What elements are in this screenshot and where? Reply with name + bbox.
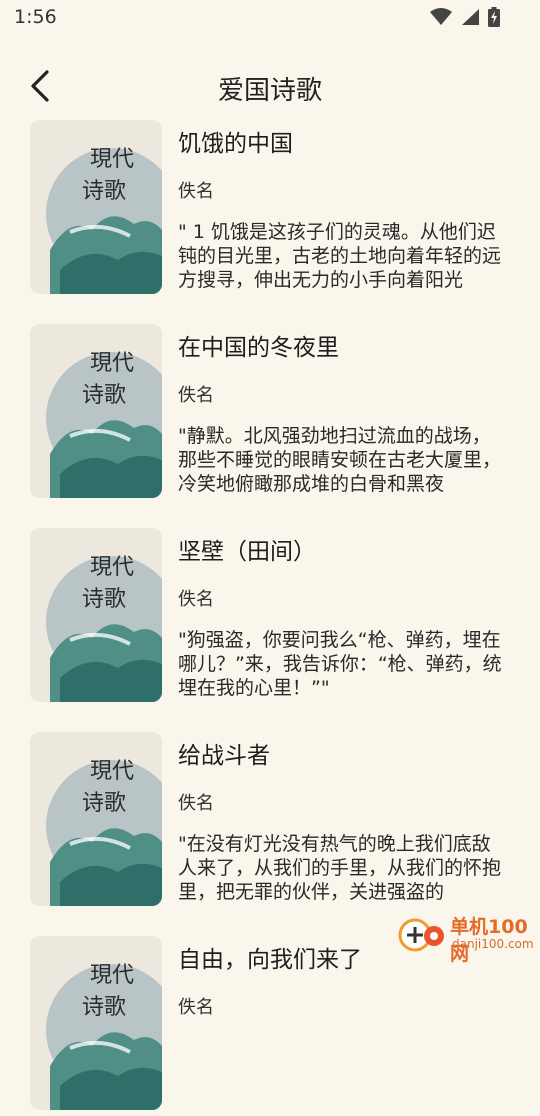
watermark-logo-icon [398, 914, 446, 956]
poem-cover-image: 現代 诗歌 [30, 732, 162, 906]
status-icons [430, 7, 500, 31]
svg-text:诗歌: 诗歌 [82, 791, 126, 816]
status-bar: 1:56 [0, 0, 540, 36]
poem-cover-image: 現代 诗歌 [30, 528, 162, 702]
poem-cover-image: 現代 诗歌 [30, 120, 162, 294]
wifi-icon [430, 8, 452, 30]
poem-cover-image: 現代 诗歌 [30, 936, 162, 1110]
page-title: 爱国诗歌 [217, 76, 322, 106]
poem-author: 佚名 [178, 793, 214, 814]
watermark-url: danji100.com [452, 937, 534, 951]
svg-text:诗歌: 诗歌 [82, 179, 126, 204]
top-app-bar: 爱国诗歌 [0, 60, 540, 116]
poem-title: 给战斗者 [178, 743, 270, 769]
poem-excerpt: "狗强盗，你要问我么“枪、弹药，埋在哪儿？”来，我告诉你：“枪、弹药，统埋在我的… [178, 629, 502, 699]
poem-list-item[interactable]: 現代 诗歌 在中国的冬夜里 佚名 "静默。北风强劲地扫过流血的战场，那些不睡觉的… [0, 324, 540, 504]
poem-excerpt: "在没有灯光没有热气的晚上我们底敌人来了，从我们的手里，从我们的怀抱里，把无罪的… [178, 833, 502, 903]
svg-text:現代: 現代 [90, 147, 134, 172]
svg-text:诗歌: 诗歌 [82, 587, 126, 612]
poem-excerpt: " 1 饥饿是这孩子们的灵魂。从他们迟钝的目光里，古老的土地向着年轻的远方搜寻，… [178, 221, 502, 291]
poem-title: 自由，向我们来了 [178, 947, 362, 973]
poem-author: 佚名 [178, 997, 214, 1018]
svg-text:現代: 現代 [90, 351, 134, 376]
poem-cover-image: 現代 诗歌 [30, 324, 162, 498]
site-watermark: 单机100网 danji100.com [390, 910, 540, 965]
svg-text:現代: 現代 [90, 759, 134, 784]
poem-title: 饥饿的中国 [178, 131, 293, 157]
poem-list-item[interactable]: 現代 诗歌 饥饿的中国 佚名 " 1 饥饿是这孩子们的灵魂。从他们迟钝的目光里，… [0, 120, 540, 300]
poem-author: 佚名 [178, 589, 214, 610]
svg-text:诗歌: 诗歌 [82, 995, 126, 1020]
battery-charging-icon [488, 7, 500, 31]
poem-title: 在中国的冬夜里 [178, 335, 339, 361]
poem-list-item[interactable]: 現代 诗歌 坚壁（田间） 佚名 "狗强盗，你要问我么“枪、弹药，埋在哪儿？”来，… [0, 528, 540, 708]
poem-author: 佚名 [178, 181, 214, 202]
svg-text:诗歌: 诗歌 [82, 383, 126, 408]
status-time: 1:56 [14, 6, 57, 28]
svg-text:現代: 現代 [90, 555, 134, 580]
signal-icon [460, 8, 480, 30]
poem-title: 坚壁（田间） [178, 539, 316, 565]
svg-text:現代: 現代 [90, 963, 134, 988]
poem-author: 佚名 [178, 385, 214, 406]
poem-excerpt: "静默。北风强劲地扫过流血的战场，那些不睡觉的眼睛安顿在古老大厦里，冷笑地俯瞰那… [178, 425, 502, 495]
poem-list-item[interactable]: 現代 诗歌 给战斗者 佚名 "在没有灯光没有热气的晚上我们底敌人来了，从我们的手… [0, 732, 540, 912]
